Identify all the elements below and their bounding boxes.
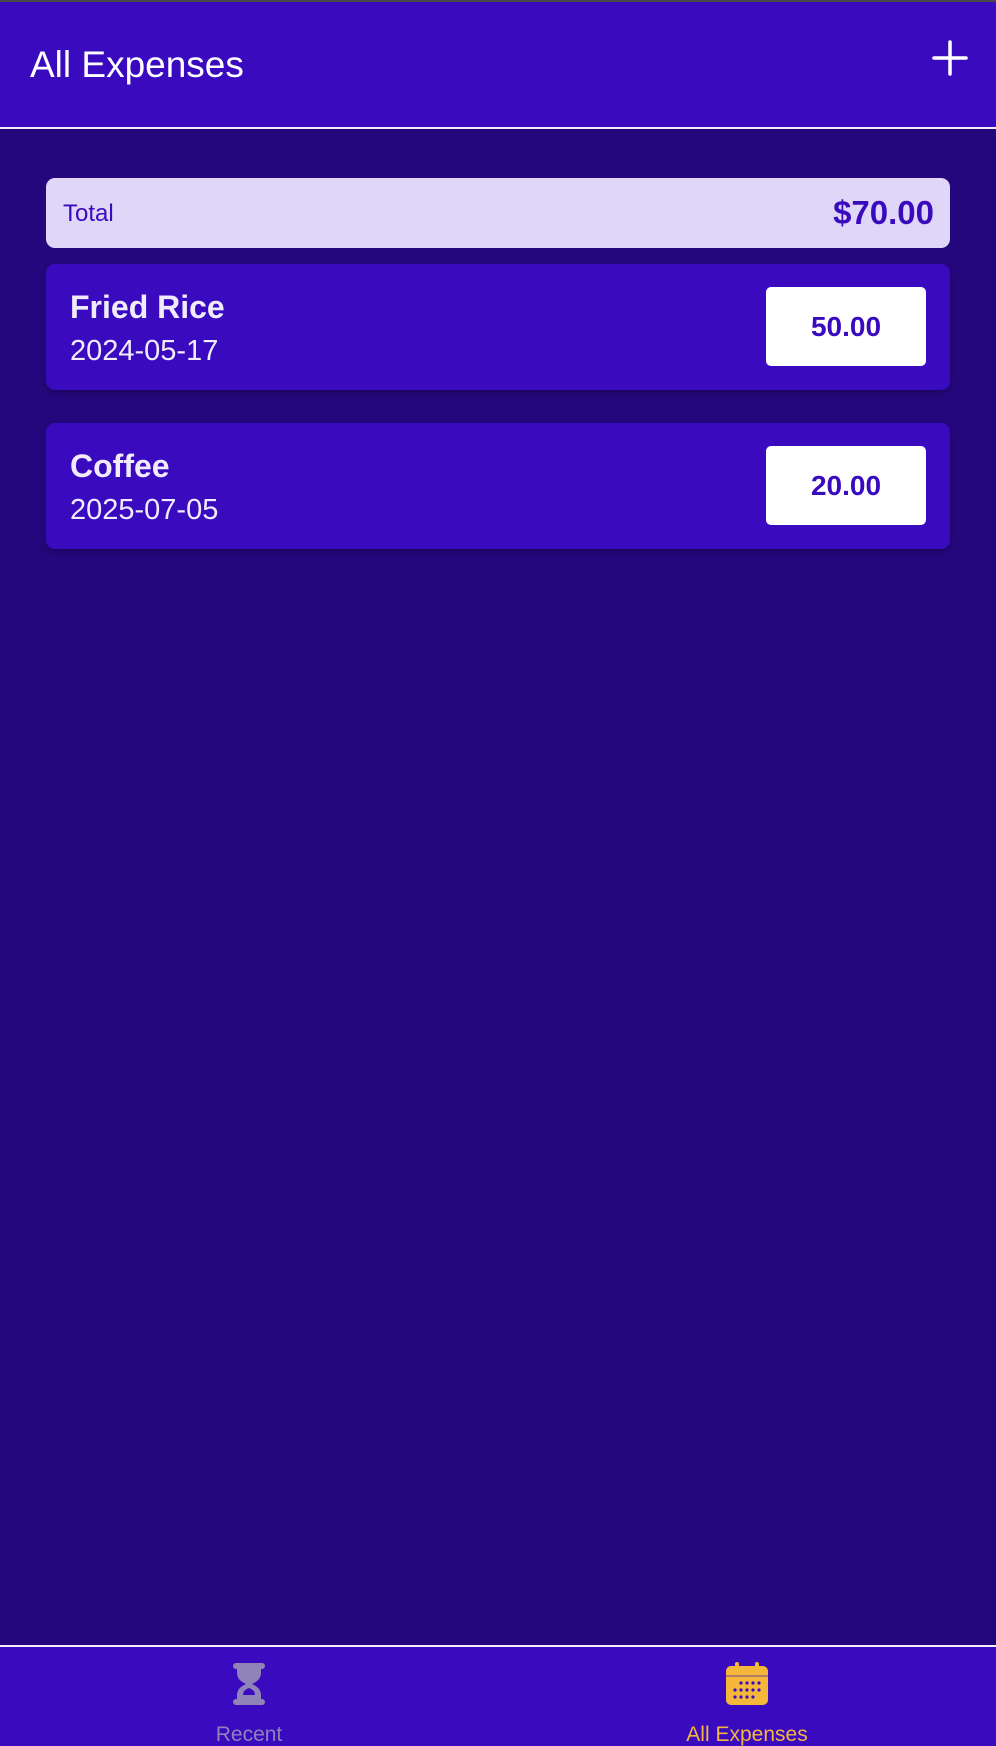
tab-recent-label: Recent: [215, 1723, 283, 1746]
tab-recent[interactable]: Recent: [0, 1647, 498, 1746]
expense-amount-box: 20.00: [766, 446, 926, 525]
expense-date: 2025-07-05: [70, 494, 219, 526]
expense-amount-box: 50.00: [766, 287, 926, 366]
app-header: All Expenses: [0, 2, 996, 129]
expenses-content: Total $70.00 Fried Rice 2024-05-17 50.00…: [0, 129, 996, 1645]
bottom-tab-bar: Recent All Expenses: [0, 1645, 996, 1746]
expense-date: 2024-05-17: [70, 335, 219, 367]
expenses-summary: Total $70.00: [46, 178, 950, 248]
hourglass-icon: [226, 1661, 272, 1707]
expense-amount: 50.00: [810, 310, 882, 342]
expense-amount: 20.00: [810, 469, 882, 501]
add-expense-button[interactable]: [930, 38, 970, 78]
plus-icon: [932, 40, 968, 76]
expense-item[interactable]: Fried Rice 2024-05-17 50.00: [46, 264, 950, 390]
calendar-icon: [724, 1661, 770, 1707]
app-screen: All Expenses Total $70.00 Fried Rice 202…: [0, 0, 996, 1746]
page-title: All Expenses: [30, 44, 244, 85]
expense-name: Fried Rice: [70, 289, 225, 325]
summary-total: $70.00: [833, 194, 934, 231]
tab-all-expenses[interactable]: All Expenses: [498, 1647, 996, 1746]
expense-item[interactable]: Coffee 2025-07-05 20.00: [46, 423, 950, 549]
expense-name: Coffee: [70, 448, 170, 484]
tab-all-expenses-label: All Expenses: [686, 1723, 808, 1746]
summary-label: Total: [63, 200, 114, 227]
